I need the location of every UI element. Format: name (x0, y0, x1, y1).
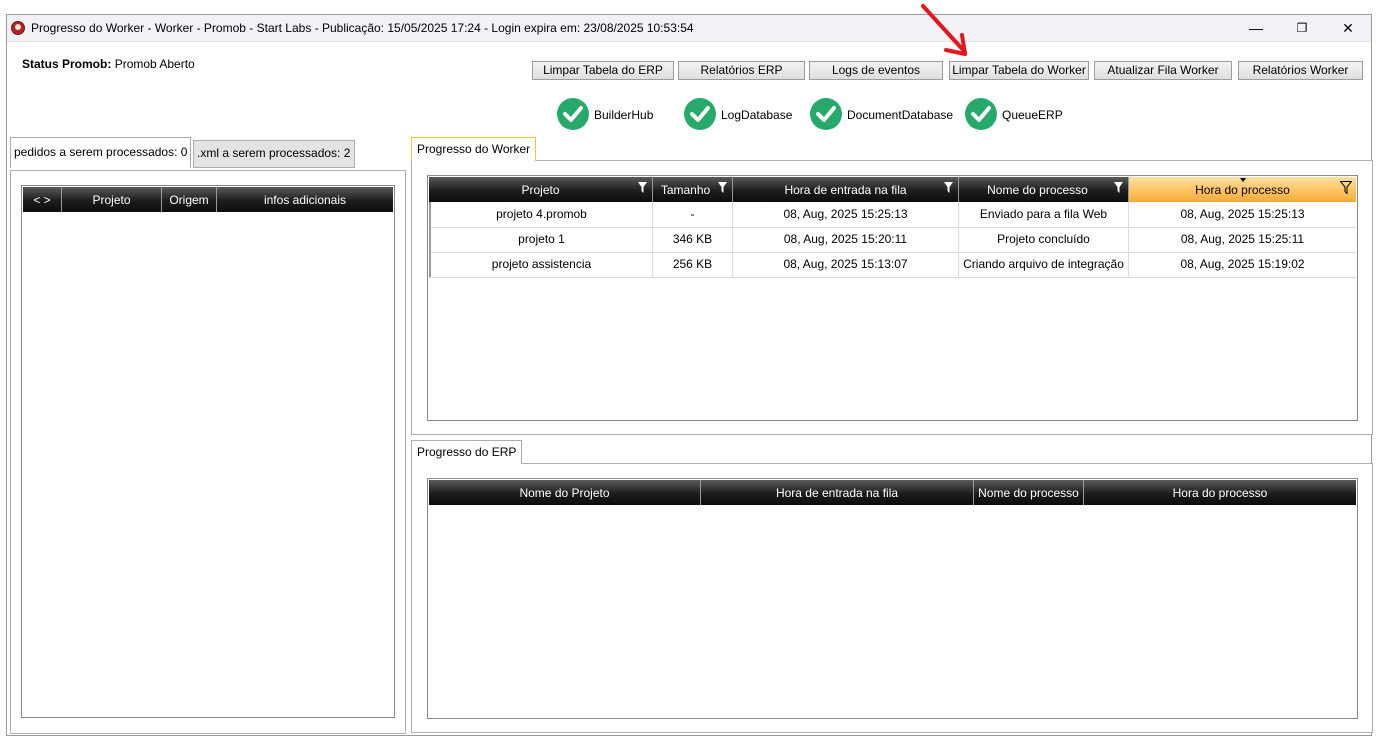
cell-hora-entrada: 08, Aug, 2025 15:20:11 (733, 227, 959, 252)
column-header-label: Hora de entrada na fila (784, 183, 907, 197)
tab-xml[interactable]: .xml a serem processados: 2 (193, 140, 355, 168)
filter-icon[interactable] (1114, 182, 1123, 193)
column-header-expand[interactable]: < > (23, 187, 62, 212)
worker-grid-header: Projeto Tamanho Hora de entrada na fila … (429, 177, 1356, 202)
column-header-label: Nome do processo (987, 183, 1088, 197)
tab-progresso-worker[interactable]: Progresso do Worker (411, 137, 537, 161)
cell-nome-processo: Enviado para a fila Web (959, 202, 1129, 227)
table-row[interactable]: projeto 1 346 KB 08, Aug, 2025 15:20:11 … (429, 227, 1356, 253)
app-window: Progresso do Worker - Worker - Promob - … (6, 14, 1373, 736)
cell-nome-processo: Criando arquivo de integração (959, 252, 1129, 277)
cell-projeto: projeto assistencia (429, 252, 653, 277)
app-logo-icon (11, 21, 25, 35)
cell-hora-processo: 08, Aug, 2025 15:25:13 (1180, 207, 1305, 221)
cell-hora-processo: 08, Aug, 2025 15:19:02 (1180, 257, 1305, 271)
column-header-origem[interactable]: Origem (162, 187, 217, 212)
window-title: Progresso do Worker - Worker - Promob - … (31, 21, 694, 35)
column-header-infos[interactable]: infos adicionais (217, 187, 393, 212)
erp-grid-header: Nome do Projeto Hora de entrada na fila … (429, 480, 1356, 505)
close-button[interactable]: ✕ (1325, 15, 1371, 41)
cell-hora-entrada: 08, Aug, 2025 15:13:07 (733, 252, 959, 277)
service-label: QueueERP (1002, 108, 1063, 122)
column-header-label: Hora do processo (1195, 183, 1290, 197)
erp-panel: Nome do Projeto Hora de entrada na fila … (411, 463, 1373, 733)
filter-icon[interactable] (944, 182, 953, 193)
filter-icon[interactable] (1340, 181, 1352, 194)
column-header-tamanho[interactable]: Tamanho (653, 177, 733, 202)
column-header-projeto[interactable]: Projeto (429, 177, 653, 202)
erp-grid[interactable]: Nome do Projeto Hora de entrada na fila … (427, 478, 1358, 719)
cell-nome-processo: Projeto concluído (959, 227, 1129, 252)
column-header-hora-processo[interactable]: Hora do processo (1084, 480, 1356, 505)
cell-hora-entrada: 08, Aug, 2025 15:25:13 (733, 202, 959, 227)
cell-tamanho: - (653, 202, 733, 227)
column-header-hora-entrada[interactable]: Hora de entrada na fila (733, 177, 959, 202)
column-header-nome-processo[interactable]: Nome do processo (974, 480, 1084, 505)
column-header-nome-processo[interactable]: Nome do processo (959, 177, 1129, 202)
column-header-nome-projeto[interactable]: Nome do Projeto (429, 480, 701, 505)
annotation-arrow-icon (921, 4, 967, 56)
check-circle-icon (684, 98, 716, 130)
column-header-projeto[interactable]: Projeto (62, 187, 162, 212)
cell-tamanho: 256 KB (653, 252, 733, 277)
service-label: LogDatabase (721, 108, 793, 122)
tab-progresso-erp[interactable]: Progresso do ERP (411, 440, 523, 464)
sort-descending-icon (1239, 178, 1246, 182)
column-header-label: Tamanho (660, 183, 711, 197)
column-header-label: Projeto (521, 183, 560, 197)
check-circle-icon (557, 98, 589, 130)
status-label: Status Promob: (22, 57, 112, 71)
maximize-button[interactable]: ❐ (1279, 15, 1325, 41)
status-value: Promob Aberto (114, 57, 195, 71)
cell-projeto: projeto 4.promob (429, 202, 653, 227)
pedidos-panel: < > Projeto Origem infos adicionais (10, 170, 406, 734)
cell-hora-processo: 08, Aug, 2025 15:25:11 (1180, 232, 1305, 246)
tab-pedidos[interactable]: pedidos a serem processados: 0 (10, 137, 191, 168)
table-row[interactable]: projeto assistencia 256 KB 08, Aug, 2025… (429, 252, 1356, 278)
check-circle-icon (965, 98, 997, 130)
filter-icon[interactable] (638, 182, 647, 193)
pedidos-grid[interactable]: < > Projeto Origem infos adicionais (21, 185, 395, 718)
title-bar: Progresso do Worker - Worker - Promob - … (7, 15, 1371, 42)
column-header-hora-processo[interactable]: Hora do processo (1129, 177, 1356, 202)
worker-panel: Projeto Tamanho Hora de entrada na fila … (411, 160, 1373, 435)
cell-projeto: projeto 1 (429, 227, 653, 252)
relatorios-worker-button[interactable]: Relatórios Worker (1238, 61, 1363, 80)
filter-icon[interactable] (718, 182, 727, 193)
service-label: BuilderHub (594, 108, 654, 122)
status-promob: Status Promob: Promob Aberto (22, 57, 195, 71)
pedidos-grid-header: < > Projeto Origem infos adicionais (23, 187, 393, 212)
limpar-tabela-erp-button[interactable]: Limpar Tabela do ERP (532, 61, 674, 80)
atualizar-fila-worker-button[interactable]: Atualizar Fila Worker (1094, 61, 1232, 80)
relatorios-erp-button[interactable]: Relatórios ERP (678, 61, 805, 80)
minimize-button[interactable]: — (1233, 15, 1279, 41)
check-circle-icon (810, 98, 842, 130)
cell-tamanho: 346 KB (653, 227, 733, 252)
table-row[interactable]: projeto 4.promob - 08, Aug, 2025 15:25:1… (429, 202, 1356, 228)
service-label: DocumentDatabase (847, 108, 954, 122)
column-header-hora-entrada[interactable]: Hora de entrada na fila (701, 480, 974, 505)
worker-grid[interactable]: Projeto Tamanho Hora de entrada na fila … (427, 175, 1358, 421)
